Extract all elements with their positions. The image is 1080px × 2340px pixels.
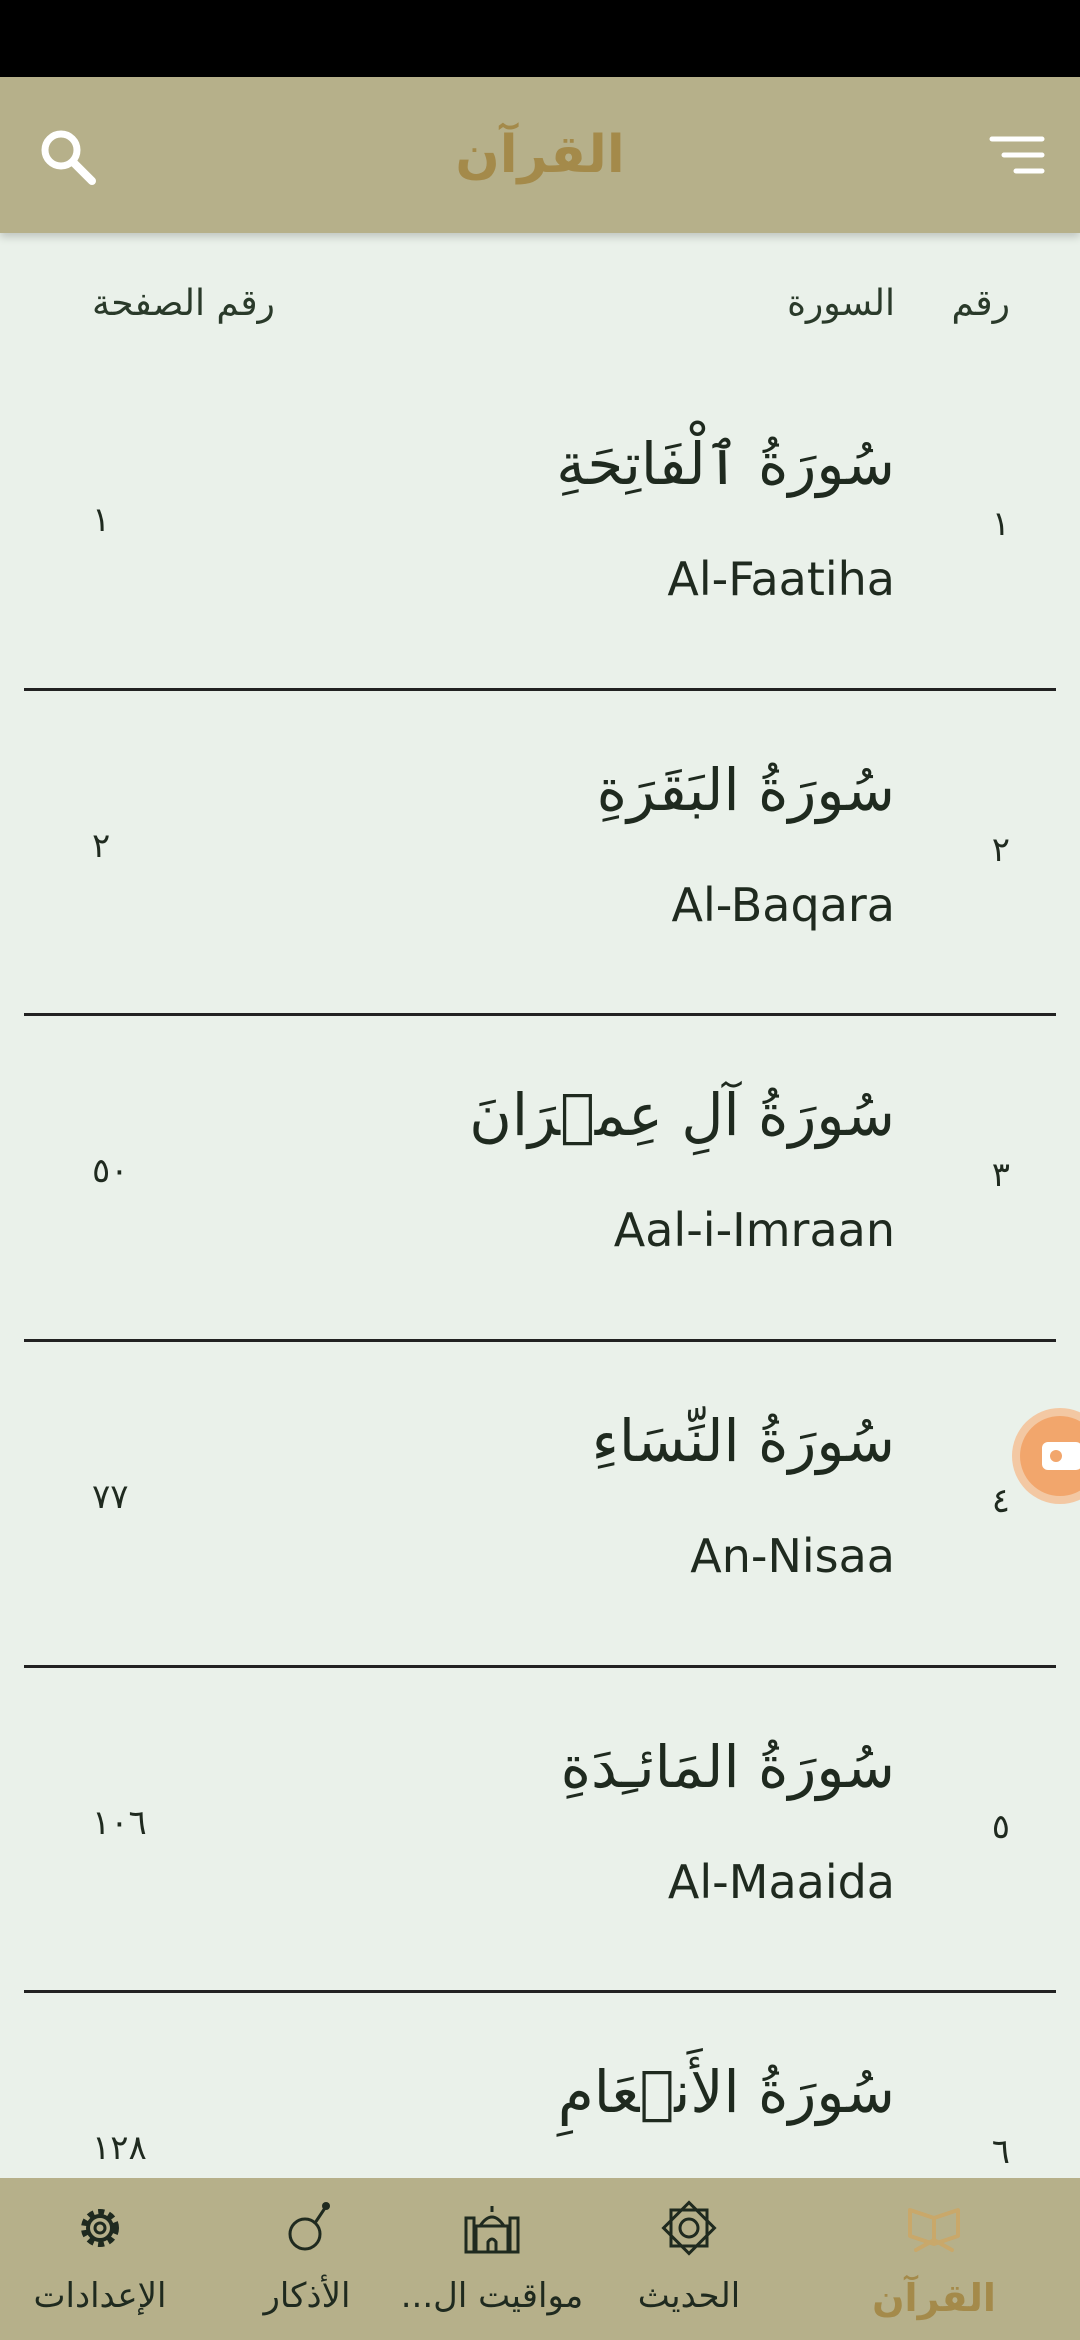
surah-arabic-name: سُورَةُ المَائـِدَةِ <box>560 1733 895 1801</box>
surah-arabic-name: سُورَةُ الأَنۡعَامِ <box>557 2058 895 2126</box>
surah-row[interactable]: ٦ سُورَةُ الأَنۡعَامِ ١٢٨ <box>0 1990 1080 2178</box>
surah-arabic-name: سُورَةُ البَقَرَةِ <box>596 756 895 824</box>
surah-arabic-name: سُورَةُ ٱلْفَاتِحَةِ <box>556 430 895 498</box>
surah-page: ٥٠ <box>92 1151 129 1191</box>
surah-latin-name: Al-Baqara <box>671 878 895 932</box>
column-header-number: رقم <box>951 283 1010 324</box>
surah-page: ١٢٨ <box>92 2128 147 2168</box>
star-octagon-icon <box>661 2200 717 2256</box>
quran-book-icon <box>908 2208 960 2252</box>
nav-label-settings: الإعدادات <box>33 2276 167 2316</box>
surah-number: ٥ <box>991 1807 1010 1847</box>
page-title: القرآن <box>455 125 625 185</box>
nav-label-prayer-times: مواقيت ال... <box>400 2276 584 2316</box>
surah-number: ٣ <box>991 1155 1010 1195</box>
nav-item-prayer-times[interactable]: مواقيت ال... <box>392 2178 592 2340</box>
surah-latin-name: Aal-i-Imraan <box>613 1203 895 1257</box>
mosque-icon <box>464 2206 520 2254</box>
surah-row[interactable]: ١ سُورَةُ ٱلْفَاتِحَةِ Al-Faatiha ١ <box>0 362 1080 688</box>
surah-page: ١ <box>92 500 111 540</box>
nav-label-adhkar: الأذكار <box>263 2276 351 2316</box>
surah-row[interactable]: ٣ سُورَةُ آلِ عِمۡرَانَ Aal-i-Imraan ٥٠ <box>0 1013 1080 1339</box>
app-bar: القرآن <box>0 77 1080 233</box>
prayer-beads-icon <box>288 2202 330 2251</box>
surah-latin-name: Al-Maaida <box>667 1855 895 1909</box>
surah-page: ١٠٦ <box>92 1803 147 1843</box>
nav-item-quran[interactable]: القرآن <box>836 2178 1032 2340</box>
sort-menu-icon <box>989 136 1045 174</box>
menu-button[interactable] <box>988 133 1046 179</box>
nav-item-hadith[interactable]: الحديث <box>594 2178 784 2340</box>
column-header-surah: السورة <box>787 283 895 324</box>
surah-row[interactable]: ٤ سُورَةُ النِّسَاءِ An-Nisaa ٧٧ <box>0 1339 1080 1665</box>
surah-number: ٦ <box>991 2132 1010 2172</box>
nav-item-adhkar[interactable]: الأذكار <box>222 2178 392 2340</box>
surah-number: ٤ <box>991 1481 1010 1521</box>
status-bar <box>0 0 1080 77</box>
surah-page: ٧٧ <box>92 1477 129 1517</box>
gear-icon <box>81 2209 119 2247</box>
nav-label-quran: القرآن <box>872 2276 996 2320</box>
surah-number: ١ <box>991 504 1010 544</box>
nav-label-hadith: الحديث <box>637 2276 741 2316</box>
surah-page: ٢ <box>92 826 111 866</box>
column-header-page: رقم الصفحة <box>92 283 275 324</box>
surah-row[interactable]: ٥ سُورَةُ المَائـِدَةِ Al-Maaida ١٠٦ <box>0 1665 1080 1991</box>
surah-arabic-name: سُورَةُ آلِ عِمۡرَانَ <box>469 1081 895 1149</box>
floating-video-button[interactable] <box>1012 1408 1080 1504</box>
bottom-navigation: القرآن الحديث مواقيت ال... الأذكار الإعد… <box>0 2178 1080 2340</box>
surah-latin-name: An-Nisaa <box>690 1529 895 1583</box>
surah-row[interactable]: ٢ سُورَةُ البَقَرَةِ Al-Baqara ٢ <box>0 688 1080 1014</box>
surah-latin-name: Al-Faatiha <box>667 552 895 606</box>
surah-arabic-name: سُورَةُ النِّسَاءِ <box>591 1407 895 1475</box>
surah-number: ٢ <box>991 830 1010 870</box>
nav-item-settings[interactable]: الإعدادات <box>20 2178 180 2340</box>
video-camera-icon <box>1042 1442 1080 1470</box>
